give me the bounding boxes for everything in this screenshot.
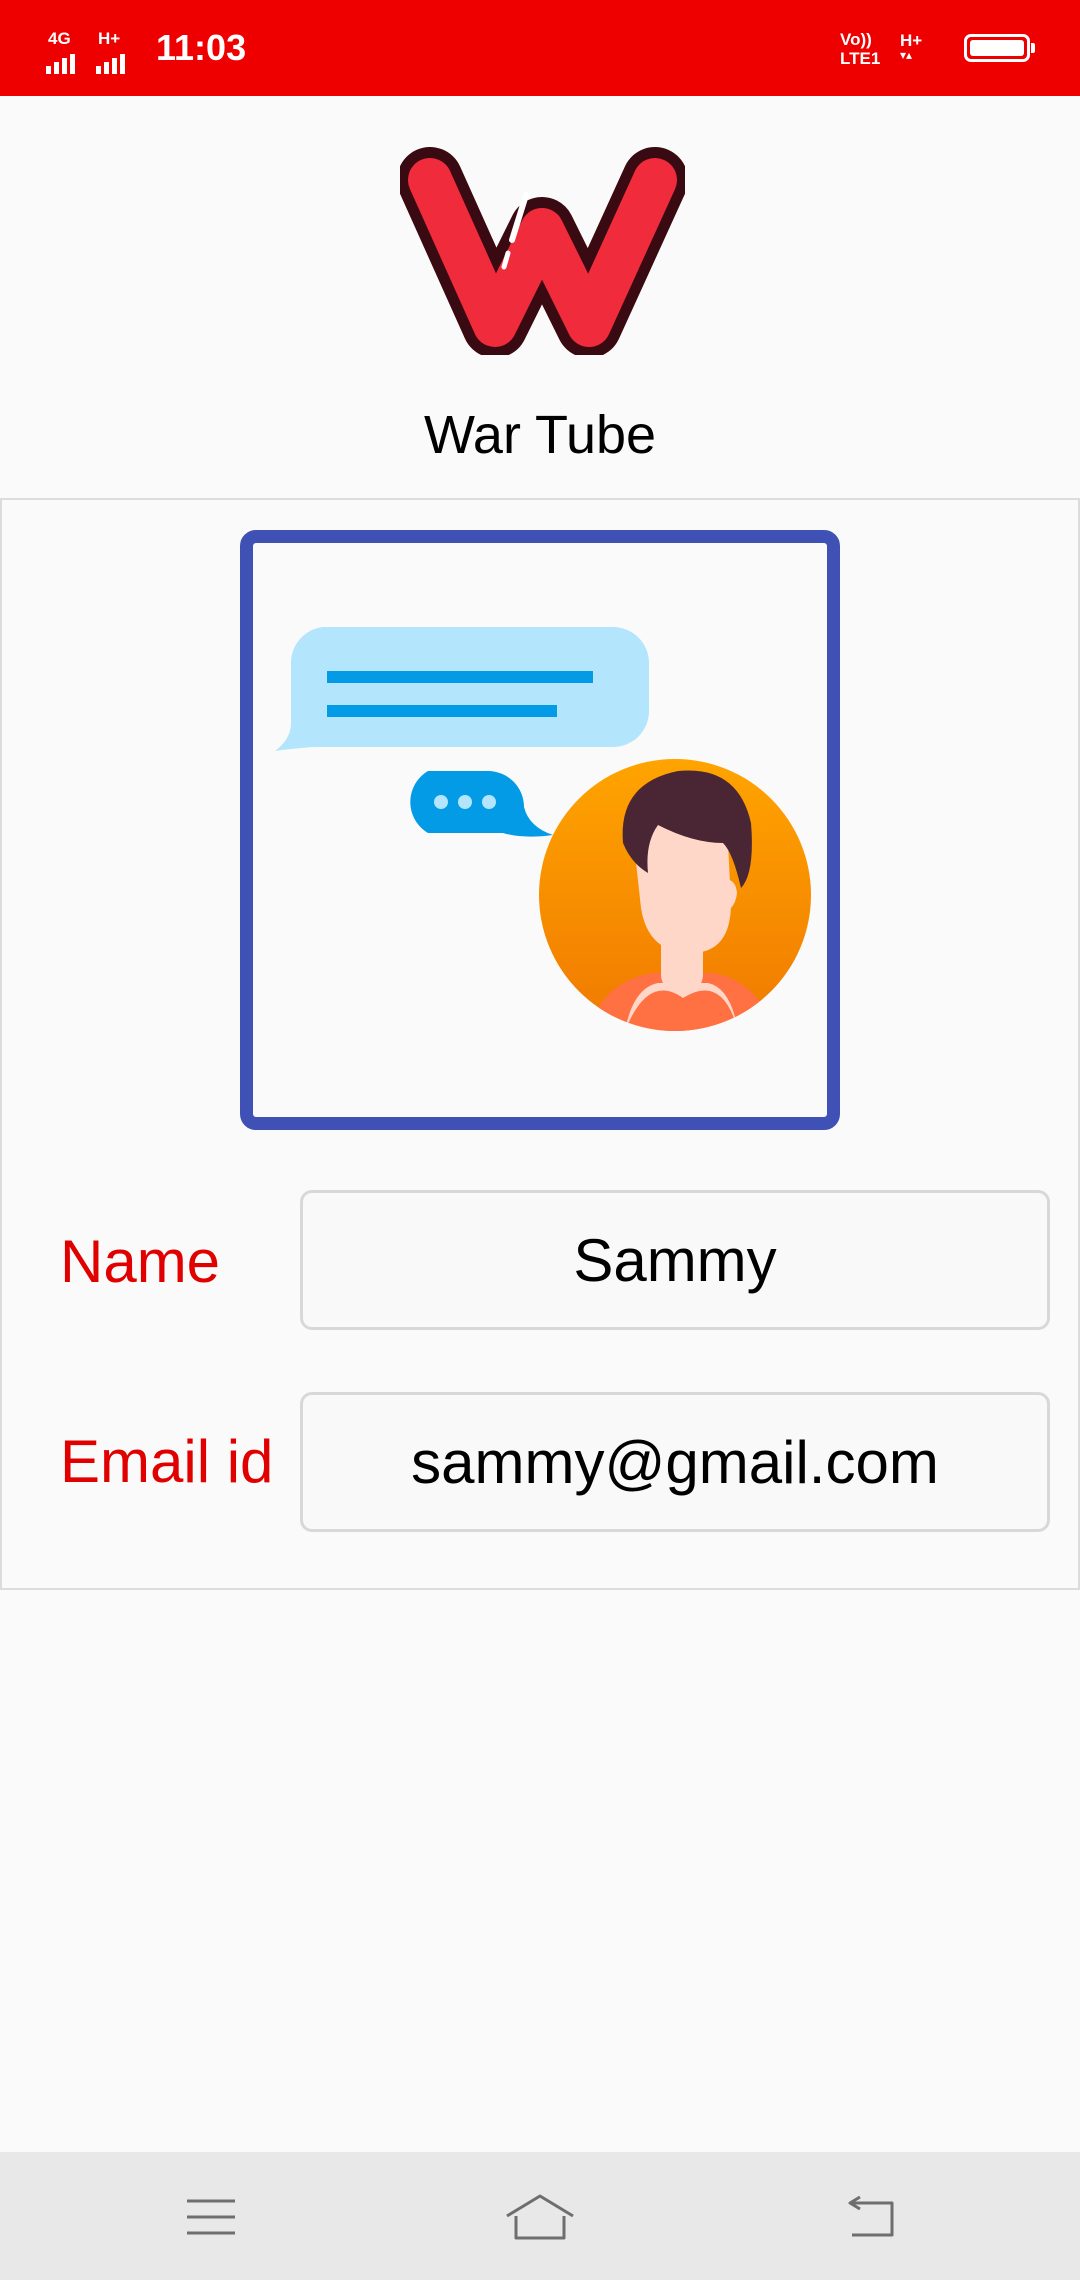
- name-label: Name: [60, 1228, 221, 1295]
- volte-line-1: Vo)): [840, 30, 872, 49]
- network-label-1: 4G: [48, 29, 71, 48]
- signal-bars-2-icon: [96, 48, 125, 74]
- home-icon: [506, 2194, 574, 2240]
- data-type-label: H+: [900, 31, 923, 50]
- volte-indicator: Vo)) LTE1: [840, 30, 880, 68]
- battery-icon: [964, 34, 1035, 62]
- status-right: Vo)) LTE1 H+ ▾▴: [840, 24, 1035, 74]
- back-icon: [848, 2195, 894, 2237]
- data-arrows-icon: ▾▴: [900, 48, 913, 62]
- status-bar: 4G H+ 11:03 Vo)) LTE1 H+ ▾▴: [0, 0, 1080, 96]
- home-button[interactable]: [495, 2182, 585, 2252]
- menu-icon: [187, 2199, 235, 2235]
- data-type-indicator: H+ ▾▴: [900, 32, 922, 61]
- email-field[interactable]: [300, 1392, 1050, 1532]
- signal-bars-1-icon: [46, 48, 75, 74]
- network-label-2: H+: [98, 29, 121, 48]
- menu-button[interactable]: [166, 2182, 256, 2252]
- status-time: 11:03: [156, 27, 247, 68]
- navigation-bar: [0, 2152, 1080, 2280]
- chat-person-illustration: [240, 530, 840, 1130]
- email-label: Email id: [60, 1428, 274, 1495]
- profile-screen: 4G H+ 11:03 Vo)) LTE1 H+ ▾▴ War Tube Nam…: [0, 0, 1080, 2280]
- volte-line-2: LTE1: [840, 49, 881, 68]
- battery-fill: [970, 40, 1024, 56]
- app-title: War Tube: [423, 405, 657, 465]
- back-button[interactable]: [825, 2182, 915, 2252]
- name-field[interactable]: [300, 1190, 1050, 1330]
- w-logo-icon: [397, 145, 688, 358]
